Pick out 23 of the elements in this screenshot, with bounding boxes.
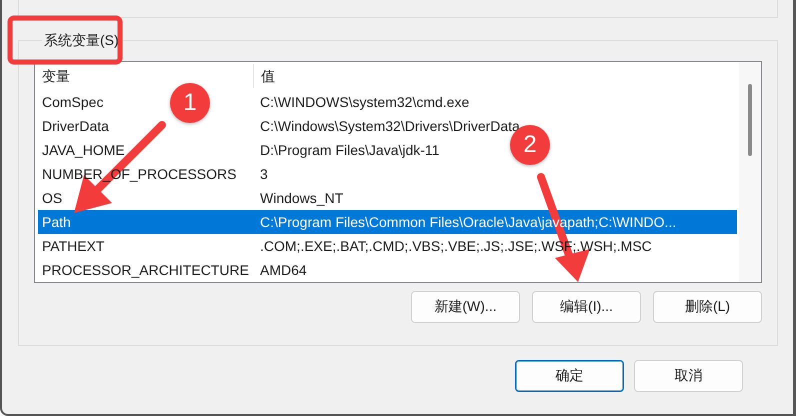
ok-button[interactable]: 确定	[515, 360, 624, 392]
table-cell-text: 3	[259, 166, 268, 182]
action-button[interactable]: 删除(L)	[653, 291, 762, 323]
scrollbar[interactable]	[739, 62, 761, 282]
table-cell[interactable]: Path	[38, 214, 71, 230]
table-cell[interactable]: PROCESSOR_ARCHITECTURE	[38, 262, 249, 278]
table-cell[interactable]: PATHEXT	[38, 238, 104, 254]
table-cell[interactable]: OS	[38, 190, 62, 206]
action-button[interactable]: 新建(W)...	[411, 291, 520, 323]
table-cell-text: Windows_NT	[259, 190, 344, 206]
column-header[interactable]: 变量	[35, 64, 70, 88]
table-cell[interactable]: JAVA_HOME	[38, 142, 125, 158]
table-cell-text: C:\Windows\System32\Drivers\DriverData	[259, 118, 520, 134]
action-button[interactable]: 编辑(I)...	[532, 291, 641, 323]
table-cell[interactable]: DriverData	[38, 118, 109, 134]
variable-list[interactable]	[34, 61, 762, 283]
table-cell[interactable]: ComSpec	[38, 94, 104, 110]
scroll-thumb[interactable]	[748, 84, 752, 156]
table-cell-text: AMD64	[259, 262, 307, 278]
table-cell-text: C:\WINDOWS\system32\cmd.exe	[259, 94, 470, 110]
cancel-button[interactable]: 取消	[634, 360, 743, 392]
column-header[interactable]: 值	[253, 64, 275, 88]
table-cell-text: D:\Program Files\Java\jdk-11	[259, 142, 440, 158]
